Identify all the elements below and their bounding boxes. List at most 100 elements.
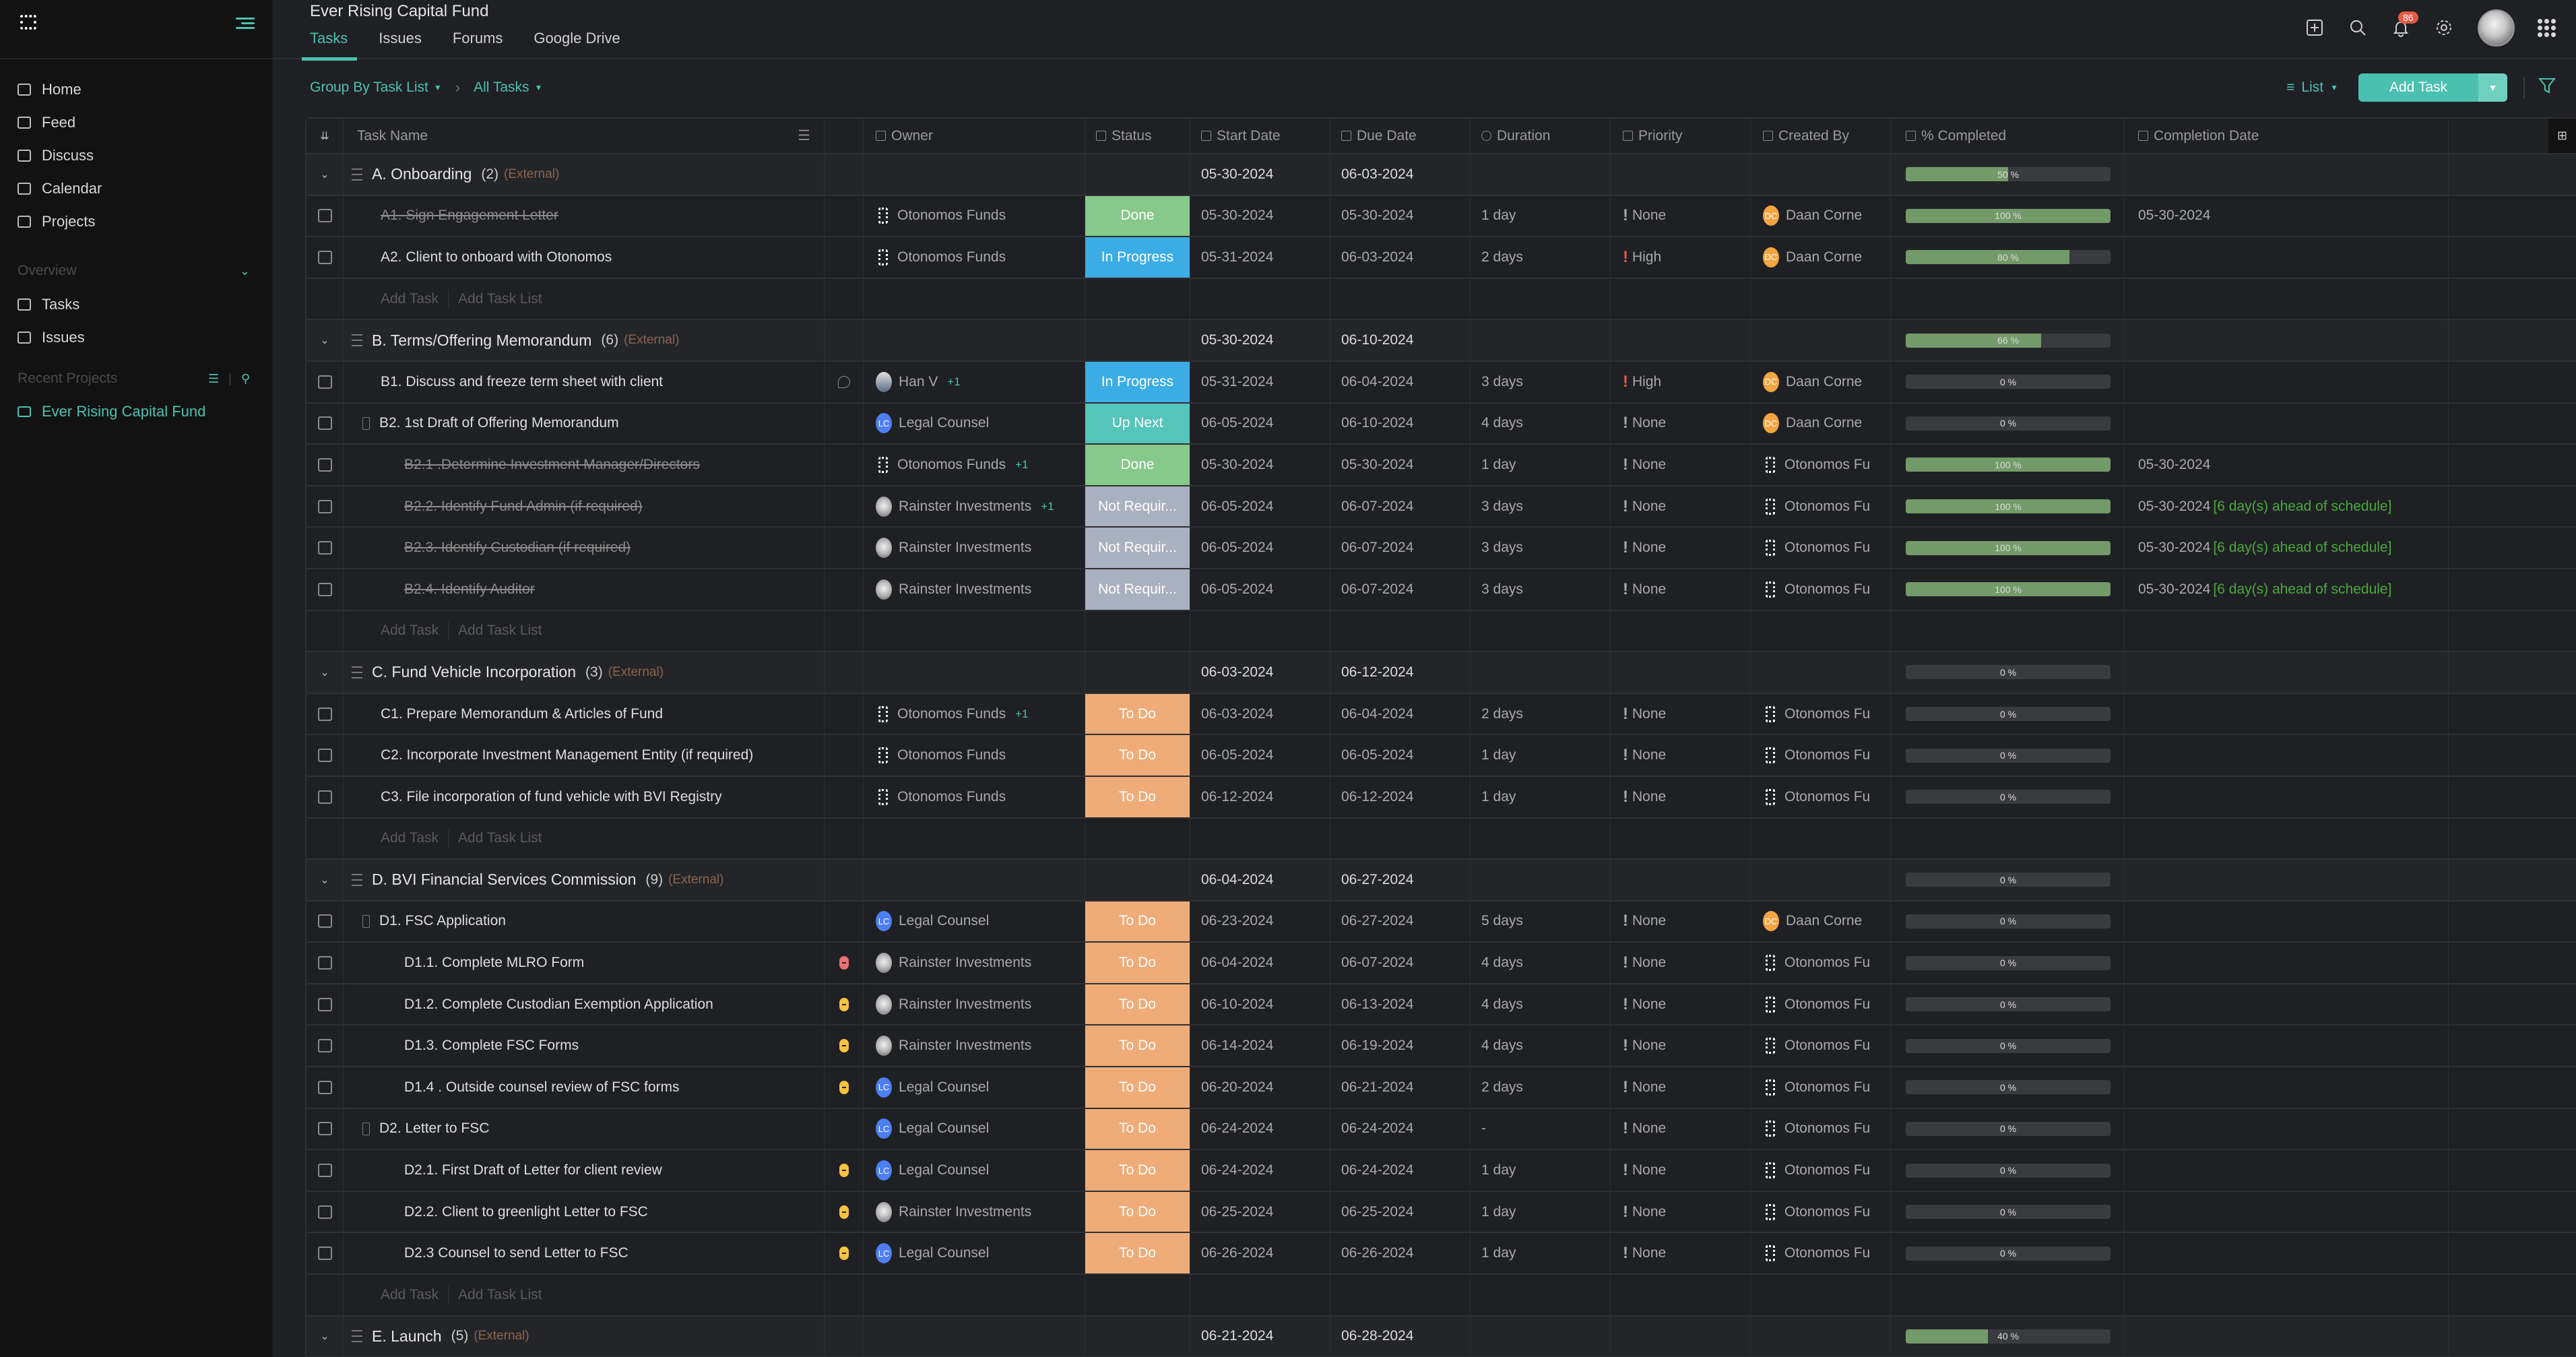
status-badge[interactable]: Not Requir... [1085,486,1190,527]
start-date-cell[interactable]: 06-20-2024 [1190,1067,1330,1108]
duration-cell[interactable]: 3 days [1471,361,1611,402]
duration-cell[interactable]: 1 day [1471,735,1611,776]
status-cell[interactable]: In Progress [1085,237,1190,278]
start-date-cell[interactable]: 05-31-2024 [1190,237,1330,278]
status-cell[interactable]: To Do [1085,901,1190,942]
task-name-cell[interactable]: C3. File incorporation of fund vehicle w… [344,776,825,817]
duration-cell[interactable]: 4 days [1471,943,1611,983]
priority-cell[interactable]: ! None [1611,486,1751,527]
task-checkbox[interactable] [317,541,332,555]
status-cell[interactable]: Not Requir... [1085,528,1190,568]
percent-completed-cell[interactable]: 0 % [1891,776,2125,817]
task-name-cell[interactable]: C1. Prepare Memorandum & Articles of Fun… [344,693,825,734]
task-name-cell[interactable]: D2.2. Client to greenlight Letter to FSC [344,1191,825,1232]
status-cell[interactable]: To Do [1085,776,1190,817]
col-status[interactable]: Status [1085,119,1190,153]
start-date-cell[interactable]: 06-04-2024 [1190,943,1330,983]
start-date-cell[interactable]: 06-05-2024 [1190,735,1330,776]
task-name[interactable]: C2. Incorporate Investment Management En… [381,747,753,763]
owner-cell[interactable]: Rainster Investments [864,569,1085,610]
owner-cell[interactable]: LC Legal Counsel [864,901,1085,942]
priority-cell[interactable]: ! None [1611,528,1751,568]
duration-cell[interactable]: 1 day [1471,195,1611,236]
add-task-link[interactable]: Add Task [381,830,439,846]
duration-cell[interactable]: 3 days [1471,486,1611,527]
priority-cell[interactable]: ! None [1611,1067,1751,1108]
task-checkbox[interactable] [317,1246,332,1261]
task-name[interactable]: C3. File incorporation of fund vehicle w… [381,789,722,805]
task-name[interactable]: D2.2. Client to greenlight Letter to FSC [404,1204,648,1220]
due-date-cell[interactable]: 06-05-2024 [1330,735,1471,776]
start-date-cell[interactable]: 06-05-2024 [1190,486,1330,527]
task-name-cell[interactable]: D2.3 Counsel to send Letter to FSC [344,1233,825,1274]
dependency-icon[interactable] [839,1080,849,1094]
add-task-list-link[interactable]: Add Task List [458,830,542,846]
owner-cell[interactable]: Otonomos Funds [864,237,1085,278]
task-name-cell[interactable]: B2.2. Identify Fund Admin (if required) [344,486,825,527]
status-cell[interactable]: To Do [1085,1025,1190,1067]
task-name[interactable]: B1. Discuss and freeze term sheet with c… [381,374,663,390]
task-checkbox[interactable] [317,749,332,763]
status-cell[interactable]: To Do [1085,1233,1190,1274]
duration-cell[interactable]: 4 days [1471,1025,1611,1067]
owner-cell[interactable]: LC Legal Counsel [864,1067,1085,1108]
col-percent-completed[interactable]: % Completed [1891,119,2125,153]
start-date-cell[interactable]: 06-12-2024 [1190,776,1330,817]
sidebar-item-home[interactable]: Home [18,73,102,106]
group-title[interactable]: D. BVI Financial Services Commission [372,871,636,889]
additional-owners-count[interactable]: +1 [947,375,960,389]
collapse-group-toggle[interactable]: ⌄ [307,1316,344,1357]
percent-completed-cell[interactable]: 0 % [1891,403,2125,444]
collapse-group-toggle[interactable]: ⌄ [307,652,344,693]
owner-cell[interactable]: Rainster Investments [864,1025,1085,1067]
settings-gear-icon[interactable] [2435,18,2455,38]
status-badge[interactable]: To Do [1085,693,1190,734]
col-priority[interactable]: Priority [1611,119,1751,153]
duration-cell[interactable]: 4 days [1471,403,1611,444]
task-name[interactable]: D1. FSC Application [379,913,506,929]
group-title[interactable]: B. Terms/Offering Memorandum [372,332,591,350]
status-cell[interactable]: To Do [1085,984,1190,1025]
duration-cell[interactable]: 3 days [1471,569,1611,610]
due-date-cell[interactable]: 06-25-2024 [1330,1191,1471,1232]
due-date-cell[interactable]: 06-07-2024 [1330,569,1471,610]
task-name[interactable]: B2. 1st Draft of Offering Memorandum [379,415,619,431]
additional-owners-count[interactable]: +1 [1041,500,1054,513]
owner-cell[interactable]: Otonomos Funds +1 [864,445,1085,485]
status-cell[interactable]: In Progress [1085,361,1190,402]
start-date-cell[interactable]: 06-23-2024 [1190,901,1330,942]
start-date-cell[interactable]: 06-26-2024 [1190,1233,1330,1274]
due-date-cell[interactable]: 05-30-2024 [1330,445,1471,485]
percent-completed-cell[interactable]: 100 % [1891,195,2125,236]
due-date-cell[interactable]: 06-19-2024 [1330,1025,1471,1067]
owner-cell[interactable]: Otonomos Funds +1 [864,693,1085,734]
task-name[interactable]: D2.3 Counsel to send Letter to FSC [404,1245,629,1261]
task-name-cell[interactable]: B2.3. Identify Custodian (if required) [344,528,825,568]
priority-cell[interactable]: ! High [1611,237,1751,278]
priority-cell[interactable]: ! None [1611,569,1751,610]
tab-forums[interactable]: Forums [453,30,521,59]
priority-cell[interactable]: ! None [1611,1233,1751,1274]
col-task-name[interactable]: Task Name ☰ [344,119,825,153]
status-badge[interactable]: Not Requir... [1085,528,1190,568]
group-by-dropdown[interactable]: Group By Task List ▼ [310,80,442,96]
percent-completed-cell[interactable]: 100 % [1891,528,2125,568]
group-name-cell[interactable]: B. Terms/Offering Memorandum (6) (External… [344,320,825,360]
tab-google-drive[interactable]: Google Drive [534,30,637,59]
additional-owners-count[interactable]: +1 [1015,458,1028,472]
col-created-by[interactable]: Created By [1751,119,1891,153]
status-cell[interactable]: To Do [1085,693,1190,734]
user-avatar[interactable] [2478,9,2515,46]
start-date-cell[interactable]: 06-05-2024 [1190,569,1330,610]
duration-cell[interactable]: 1 day [1471,1191,1611,1232]
task-name-cell[interactable]: D2. Letter to FSC [344,1108,825,1149]
status-cell[interactable]: To Do [1085,1191,1190,1232]
due-date-cell[interactable]: 06-24-2024 [1330,1108,1471,1149]
start-date-cell[interactable]: 05-30-2024 [1190,195,1330,236]
task-name-cell[interactable]: D1.4 . Outside counsel review of FSC for… [344,1067,825,1108]
duration-cell[interactable]: 2 days [1471,237,1611,278]
status-cell[interactable]: To Do [1085,943,1190,983]
task-name[interactable]: D2. Letter to FSC [379,1121,489,1137]
tab-issues[interactable]: Issues [379,30,439,59]
status-badge[interactable]: To Do [1085,735,1190,776]
